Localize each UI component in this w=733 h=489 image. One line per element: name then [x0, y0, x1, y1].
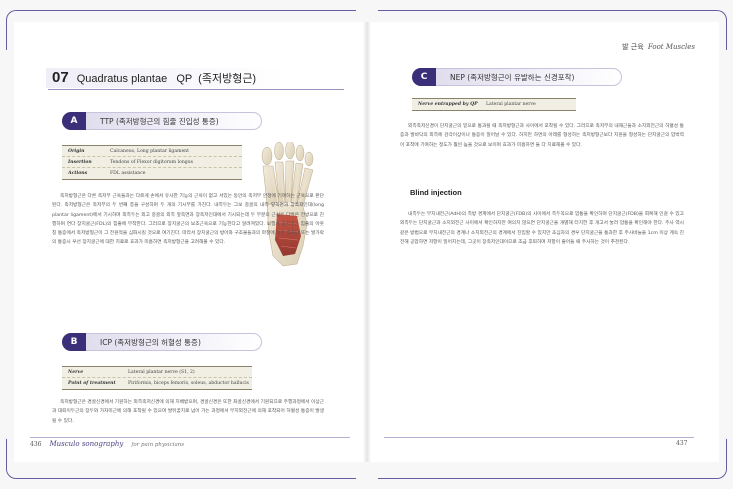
left-footer: 436 Musculo sonography for pain physicia… — [30, 440, 184, 448]
book-gutter — [363, 22, 371, 462]
frame-rule — [378, 478, 688, 479]
section-a-label: TTP (족저방형근의 힘줄 진입성 통증) — [100, 116, 219, 126]
info-key: Insertion — [68, 159, 92, 165]
frame-rule — [46, 10, 356, 11]
blind-injection-title: Blind injection — [410, 188, 462, 197]
footer-rule — [384, 437, 694, 438]
chapter-title-text: Quadratus plantae QP (족저방형근) — [76, 72, 257, 85]
info-key: Nerve — [68, 369, 84, 375]
chapter-title: 07 Quadratus plantae QP (족저방형근) — [46, 66, 346, 90]
info-row: Nerve Lateral plantar nerve (S1, 2) — [62, 367, 252, 378]
section-c-header: C NEP (족저방형근이 유발하는 신경포착) — [412, 68, 622, 86]
section-c-badge: C — [412, 68, 436, 86]
section-c-info-table: Nerve entrapped by QP Lateral plantar ne… — [412, 98, 576, 111]
chapter-number: 07 — [52, 69, 69, 86]
frame-rule — [378, 10, 688, 11]
blind-injection-body: 내측두는 무지내전근(AdH)의 측방 경계에서 단지굴근(FDB)의 사이에서… — [400, 212, 684, 245]
section-a-badge: A — [62, 112, 86, 130]
series-title: Musculo sonography — [49, 440, 124, 448]
info-value: FDL assistance — [110, 171, 146, 176]
info-value: Lateral plantar nerve — [486, 102, 536, 107]
series-subtitle: for pain physicians — [131, 442, 185, 448]
section-b-label: ICP (족저방형근의 허혈성 통증) — [100, 337, 201, 347]
info-value: Tendons of Flexor digitorum longus — [110, 159, 194, 165]
frame-corner-ornament — [687, 439, 727, 479]
left-page-number: 436 — [30, 441, 42, 448]
section-a-body: 족저방형근은 다른 족저부 근육들과는 다르게 손에서 유사한 기능의 근육이 … — [52, 194, 324, 246]
info-row: Point of treatment Piriformis, biceps fe… — [62, 378, 252, 389]
right-page-number: 437 — [676, 440, 688, 447]
section-b-header: B ICP (족저방형근의 허혈성 통증) — [62, 333, 262, 351]
running-head: 발 근육 Foot Muscles — [622, 42, 695, 52]
book-spread: 발 근육 Foot Muscles 07 Quadratus plantae Q… — [0, 0, 733, 489]
frame-corner-ornament — [6, 10, 46, 50]
info-key: Actions — [68, 171, 88, 176]
section-a-info-table: Origin Calcaneus, Long plantar ligament … — [62, 145, 242, 180]
info-value: Lateral plantar nerve (S1, 2) — [128, 369, 195, 375]
section-c-body: 외측족저신경이 단지굴근의 밑으로 통과될 때 족저방형근과 사이에서 포착될 … — [400, 124, 684, 148]
info-row: Nerve entrapped by QP Lateral plantar ne… — [412, 99, 576, 110]
section-b-badge: B — [62, 333, 86, 351]
section-c-label: NEP (족저방형근이 유발하는 신경포착) — [450, 72, 575, 82]
footer-rule — [30, 437, 350, 438]
info-value: Calcaneus, Long plantar ligament — [110, 148, 189, 154]
info-key: Nerve entrapped by QP — [418, 102, 478, 107]
info-key: Origin — [68, 148, 85, 154]
info-row: Origin Calcaneus, Long plantar ligament — [62, 146, 242, 157]
section-b-body: 족저방형근은 경골신경에서 기원하는 외측족저신경에 의해 지배받으며, 경골신… — [52, 400, 324, 424]
info-row: Insertion Tendons of Flexor digitorum lo… — [62, 157, 242, 168]
frame-rule — [46, 478, 356, 479]
section-b-info-table: Nerve Lateral plantar nerve (S1, 2) Poin… — [62, 366, 252, 390]
info-row: Actions FDL assistance — [62, 168, 242, 179]
info-value: Piriformis, biceps femoris, soleus, abdu… — [128, 381, 249, 386]
running-head-ko: 발 근육 — [622, 43, 644, 51]
section-a-header: A TTP (족저방형근의 힘줄 진입성 통증) — [62, 112, 262, 130]
running-head-en: Foot Muscles — [647, 43, 695, 51]
info-key: Point of treatment — [68, 381, 116, 386]
